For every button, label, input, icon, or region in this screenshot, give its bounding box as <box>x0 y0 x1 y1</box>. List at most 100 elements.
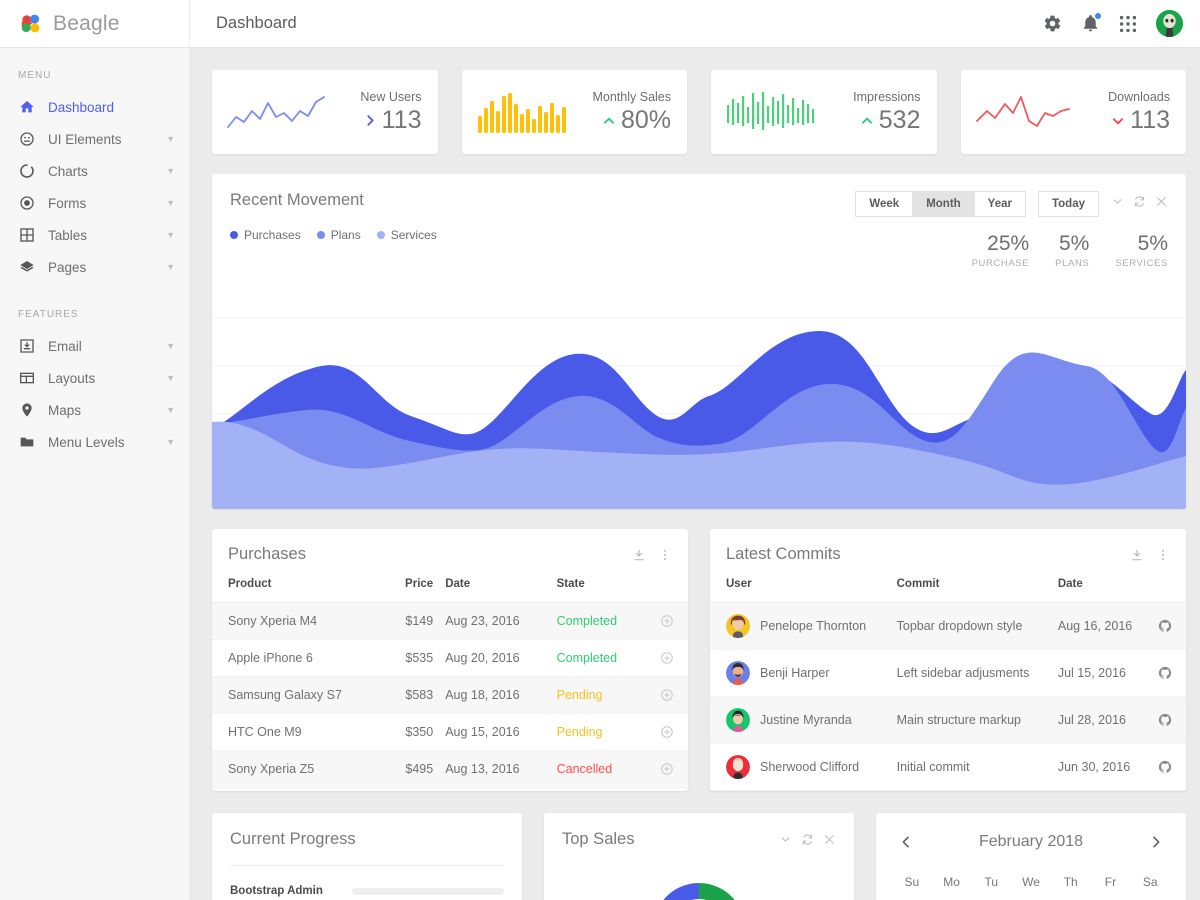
table-row[interactable]: Apple iPhone 6 $535 Aug 20, 2016 Complet… <box>212 640 688 677</box>
add-circle-icon[interactable] <box>650 725 674 739</box>
tables-row: Purchases Product Price Date S <box>212 529 1186 791</box>
today-button[interactable]: Today <box>1038 191 1099 217</box>
commits-table-head: User Commit Date <box>710 578 1186 603</box>
kebab-menu-icon[interactable] <box>658 548 672 562</box>
cell-repo[interactable] <box>1148 744 1186 791</box>
legend-item-services[interactable]: Services <box>377 228 437 242</box>
sidebar-item-layouts[interactable]: Layouts ▼ <box>0 362 189 394</box>
cell-date: Jun 30, 2016 <box>1052 744 1148 791</box>
cell-action[interactable] <box>644 677 688 714</box>
github-icon[interactable] <box>1154 713 1172 727</box>
table-row[interactable]: HTC One M9 $350 Aug 15, 2016 Pending <box>212 714 688 751</box>
close-icon[interactable] <box>1155 195 1168 208</box>
col-date: Date <box>439 578 550 603</box>
sidebar-item-email[interactable]: Email ▼ <box>0 330 189 362</box>
calendar-month-label: February 2018 <box>979 833 1083 851</box>
chevron-down-icon[interactable]: ▼ <box>166 342 175 351</box>
gear-icon[interactable] <box>1043 14 1062 33</box>
chevron-down-icon[interactable]: ▼ <box>166 263 175 272</box>
calendar-day-headers: Su Mo Tu We Th Fr Sa <box>892 875 1170 889</box>
refresh-icon[interactable] <box>1133 195 1146 208</box>
chevron-down-icon[interactable]: ▼ <box>166 406 175 415</box>
chevron-down-icon[interactable]: ▼ <box>166 167 175 176</box>
chevron-left-icon[interactable] <box>898 834 914 850</box>
sidebar-item-ui-elements[interactable]: UI Elements ▼ <box>0 123 189 155</box>
legend-item-purchases[interactable]: Purchases <box>230 228 301 242</box>
cell-action[interactable] <box>644 751 688 788</box>
chevron-down-icon[interactable]: ▼ <box>166 199 175 208</box>
sidebar-item-tables[interactable]: Tables ▼ <box>0 219 189 251</box>
cell-action[interactable] <box>644 714 688 751</box>
user-avatar[interactable] <box>1156 10 1183 37</box>
github-icon[interactable] <box>1154 666 1172 680</box>
range-month-button[interactable]: Month <box>912 191 973 217</box>
calendar-day-header: Su <box>892 875 932 889</box>
layers-icon <box>18 258 36 276</box>
table-header-row: User Commit Date <box>710 578 1186 603</box>
chevron-down-icon[interactable]: ▼ <box>166 135 175 144</box>
sidebar-item-charts[interactable]: Charts ▼ <box>0 155 189 187</box>
cell-repo[interactable] <box>1148 650 1186 697</box>
cell-action[interactable] <box>644 640 688 677</box>
stat-card-new-users[interactable]: New Users 113 <box>212 70 438 154</box>
table-row[interactable]: Sony Xperia M4 $149 Aug 23, 2016 Complet… <box>212 603 688 640</box>
cell-product: Sony Xperia Z5 <box>212 751 387 788</box>
stat-value: 113 <box>1130 107 1170 135</box>
range-week-button[interactable]: Week <box>855 191 912 217</box>
sidebar-section-menu: MENU <box>0 70 189 91</box>
sidebar-section-features: FEATURES <box>0 309 189 330</box>
apps-grid-icon[interactable] <box>1119 15 1137 33</box>
inbox-icon <box>18 337 36 355</box>
stat-card-downloads[interactable]: Downloads 113 <box>961 70 1187 154</box>
avatar <box>726 661 750 685</box>
github-icon[interactable] <box>1154 619 1172 633</box>
add-circle-icon[interactable] <box>650 614 674 628</box>
commits-table: User Commit Date <box>710 578 1186 791</box>
cell-date: Aug 16, 2016 <box>1052 603 1148 650</box>
table-row[interactable]: Benji Harper Left sidebar adjusments Jul… <box>710 650 1186 697</box>
stat-label: New Users <box>360 90 421 105</box>
sidebar-item-pages[interactable]: Pages ▼ <box>0 251 189 283</box>
chevron-down-icon[interactable]: ▼ <box>166 438 175 447</box>
add-circle-icon[interactable] <box>650 651 674 665</box>
table-row[interactable]: Justine Myranda Main structure markup Ju… <box>710 697 1186 744</box>
stat-label: SERVICES <box>1115 258 1168 269</box>
chevron-right-icon[interactable] <box>1148 834 1164 850</box>
add-circle-icon[interactable] <box>650 762 674 776</box>
chevron-down-icon[interactable] <box>779 833 792 846</box>
download-icon[interactable] <box>632 548 646 562</box>
cell-action[interactable] <box>644 603 688 640</box>
sidebar-item-menu-levels[interactable]: Menu Levels ▼ <box>0 426 189 458</box>
table-row[interactable]: Penelope Thornton Topbar dropdown style … <box>710 603 1186 650</box>
stat-card-monthly-sales[interactable]: Monthly Sales 80% <box>462 70 688 154</box>
brand[interactable]: Beagle <box>0 0 190 48</box>
chevron-down-icon[interactable]: ▼ <box>166 374 175 383</box>
table-row[interactable]: Sony Xperia Z5 $495 Aug 13, 2016 Cancell… <box>212 751 688 788</box>
chevron-down-icon[interactable]: ▼ <box>166 231 175 240</box>
sidebar-item-dashboard[interactable]: Dashboard <box>0 91 189 123</box>
legend-item-plans[interactable]: Plans <box>317 228 361 242</box>
col-state: State <box>551 578 644 603</box>
table-row[interactable]: Sherwood Clifford Initial commit Jun 30,… <box>710 744 1186 791</box>
download-icon[interactable] <box>1130 548 1144 562</box>
stat-card-impressions[interactable]: Impressions 532 <box>711 70 937 154</box>
cell-repo[interactable] <box>1148 697 1186 744</box>
col-product: Product <box>212 578 387 603</box>
refresh-icon[interactable] <box>801 833 814 846</box>
bell-icon[interactable] <box>1081 14 1100 33</box>
kebab-menu-icon[interactable] <box>1156 548 1170 562</box>
close-icon[interactable] <box>823 833 836 846</box>
sidebar-item-maps[interactable]: Maps ▼ <box>0 394 189 426</box>
range-year-button[interactable]: Year <box>974 191 1026 217</box>
cell-commit: Initial commit <box>891 744 1052 791</box>
add-circle-icon[interactable] <box>650 688 674 702</box>
sidebar-item-forms[interactable]: Forms ▼ <box>0 187 189 219</box>
chevron-down-icon[interactable] <box>1111 195 1124 208</box>
cell-repo[interactable] <box>1148 603 1186 650</box>
sidebar-item-label: Charts <box>48 164 166 179</box>
cell-commit: Left sidebar adjusments <box>891 650 1052 697</box>
github-icon[interactable] <box>1154 760 1172 774</box>
table-row[interactable]: Samsung Galaxy S7 $583 Aug 18, 2016 Pend… <box>212 677 688 714</box>
col-commit: Commit <box>891 578 1052 603</box>
grid-table-icon <box>18 226 36 244</box>
